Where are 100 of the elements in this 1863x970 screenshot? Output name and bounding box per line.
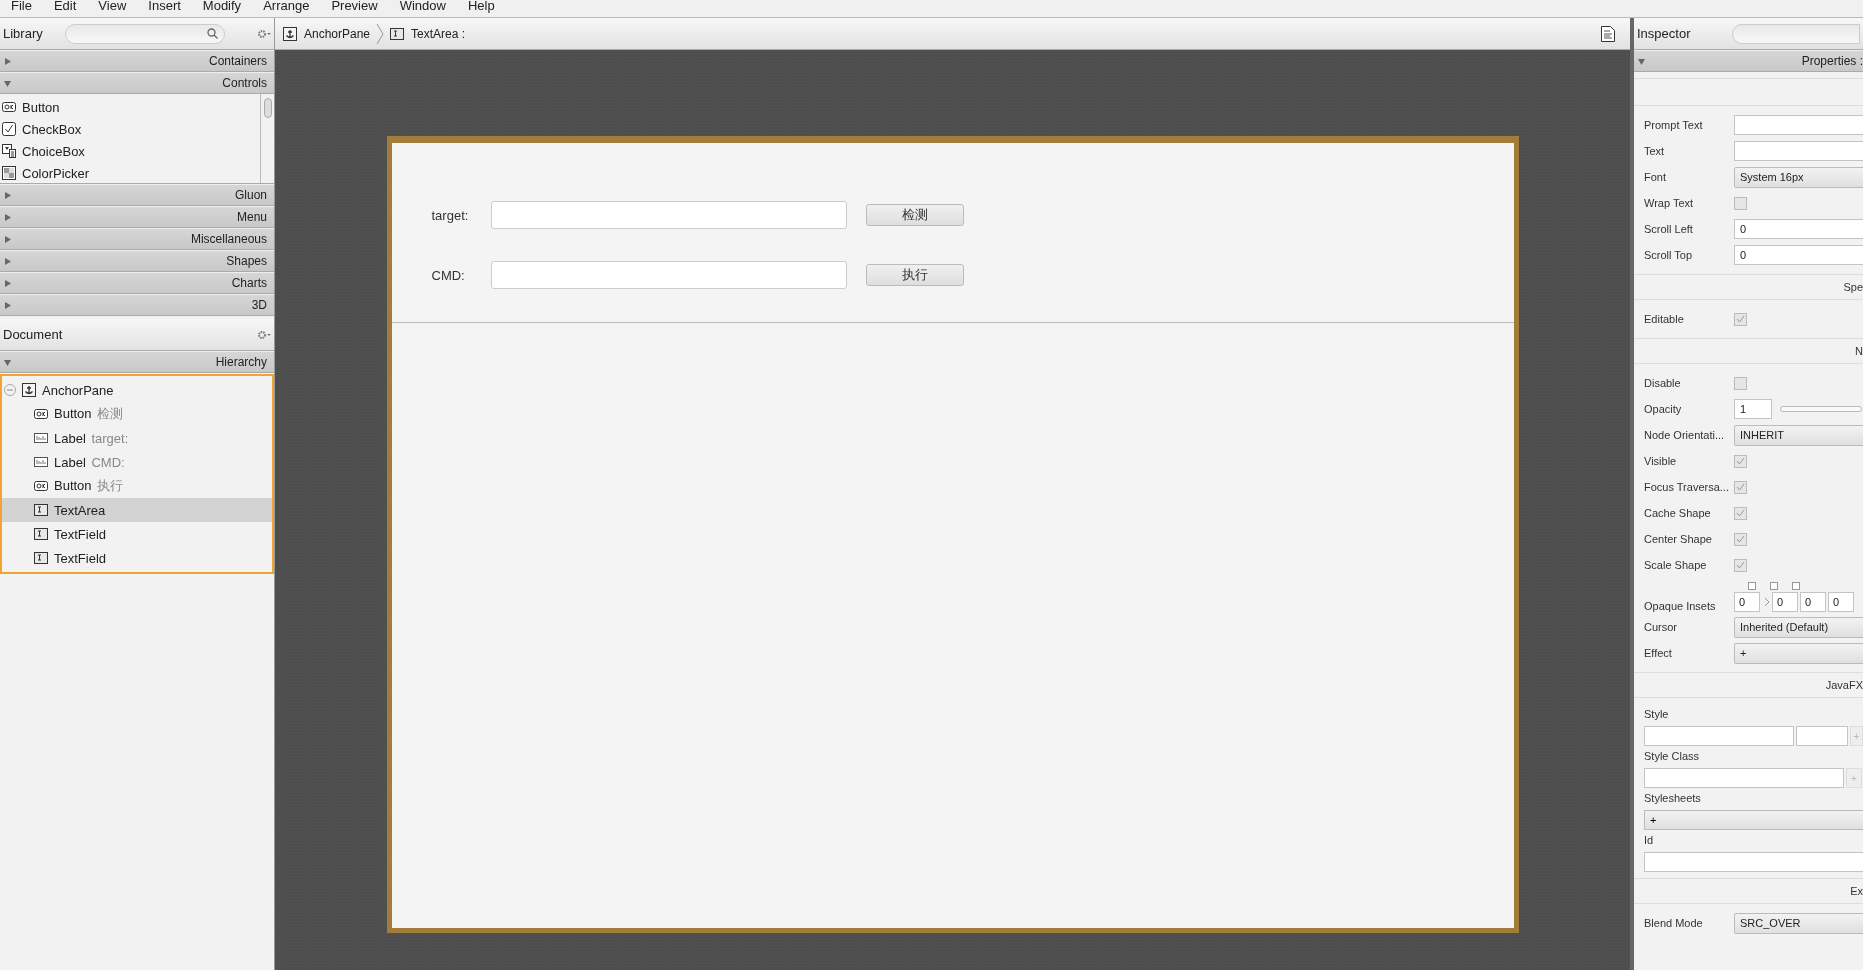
dropdown[interactable]: SRC_OVER — [1734, 912, 1863, 934]
section-header[interactable]: Spe — [1843, 281, 1863, 293]
action-button[interactable]: 检测 — [865, 204, 964, 226]
menu-item[interactable]: Preview — [320, 0, 389, 12]
accordion-header[interactable]: Shapes — [0, 250, 274, 272]
property-label: Opacity — [1644, 403, 1683, 415]
menu-item[interactable]: View — [87, 0, 138, 12]
dropdown[interactable]: System 16px — [1734, 166, 1863, 188]
tree-item[interactable]: Label CMD: — [54, 454, 125, 470]
add-button[interactable]: + — [1734, 642, 1863, 664]
library-item[interactable]: Button — [22, 99, 60, 115]
expand-arrow-icon[interactable] — [4, 57, 11, 65]
accordion-header[interactable]: Properties : — [1634, 50, 1863, 72]
breadcrumb-item[interactable]: AnchorPane — [304, 26, 371, 41]
checkbox[interactable] — [1734, 196, 1747, 210]
property-label: Disable — [1644, 377, 1682, 389]
expand-arrow-icon[interactable] — [4, 279, 11, 287]
tree-item[interactable]: TextField — [54, 550, 107, 566]
link-checkbox[interactable] — [1792, 582, 1800, 590]
accordion-header[interactable]: Containers — [0, 50, 274, 72]
text-field[interactable] — [490, 261, 847, 289]
expand-arrow-icon[interactable] — [4, 301, 11, 309]
menu-item[interactable]: Arrange — [252, 0, 321, 12]
text-field[interactable] — [490, 201, 847, 229]
menu-item[interactable]: Help — [456, 0, 506, 12]
anchor-icon — [22, 383, 36, 397]
breadcrumb-item[interactable]: TextArea : — [411, 26, 466, 41]
accordion-header[interactable]: Gluon — [0, 184, 274, 206]
property-label: Prompt Text — [1644, 119, 1704, 131]
number-field[interactable]: 1 — [1734, 399, 1772, 419]
tree-item[interactable]: TextField — [54, 526, 107, 542]
settings-icon[interactable] — [257, 329, 271, 340]
menu-item[interactable]: Modify — [191, 0, 253, 12]
text-field[interactable]: 0 — [1734, 219, 1863, 239]
anchor-pane[interactable]: target: 检测 CMD: 执行 — [386, 136, 1519, 933]
document-icon[interactable] — [1601, 25, 1615, 42]
collapse-arrow-icon[interactable] — [4, 79, 11, 87]
text-field[interactable] — [1734, 115, 1863, 135]
link-checkbox[interactable] — [1770, 582, 1778, 590]
number-field[interactable]: 0 — [1800, 592, 1826, 612]
expand-arrow-icon[interactable] — [4, 235, 11, 243]
checkbox[interactable] — [1734, 454, 1747, 468]
accordion-header[interactable]: Menu — [0, 206, 274, 228]
number-field[interactable]: 0 — [1828, 592, 1854, 612]
dropdown[interactable]: Inherited (Default) — [1734, 616, 1863, 638]
accordion-header[interactable]: Miscellaneous — [0, 228, 274, 250]
menu-item[interactable]: Window — [388, 0, 457, 12]
library-item[interactable]: ColorPicker — [22, 165, 90, 181]
checkbox[interactable] — [1734, 480, 1747, 494]
menu-item[interactable]: Edit — [42, 0, 88, 12]
text-field[interactable] — [1644, 726, 1794, 746]
library-item[interactable]: CheckBox — [22, 121, 82, 137]
tree-item[interactable]: AnchorPane — [42, 382, 114, 398]
number-field[interactable]: 0 — [1772, 592, 1798, 612]
property-label: Opaque Insets — [1644, 600, 1717, 612]
tree-item[interactable]: Button 检测 — [54, 405, 124, 423]
search-field[interactable] — [1732, 23, 1860, 44]
number-field[interactable]: 0 — [1734, 592, 1760, 612]
dropdown[interactable]: INHERIT — [1734, 424, 1863, 446]
text-field[interactable] — [1734, 141, 1863, 161]
expand-arrow-icon[interactable] — [4, 257, 11, 265]
menu-item[interactable]: File — [0, 0, 43, 12]
expand-arrow-icon[interactable] — [4, 191, 11, 199]
choicebox-icon — [2, 144, 16, 158]
search-field[interactable] — [64, 23, 225, 44]
property-label: Effect — [1644, 647, 1673, 659]
expand-arrow-icon[interactable] — [4, 213, 11, 221]
section-header[interactable]: Ex — [1850, 885, 1863, 897]
scrollbar-thumb[interactable] — [263, 98, 272, 118]
action-button[interactable]: 执行 — [865, 264, 964, 286]
text-input-icon — [390, 26, 405, 41]
text-field[interactable] — [1644, 768, 1844, 788]
accordion-header[interactable]: Controls — [0, 72, 274, 94]
accordion-header[interactable]: Charts — [0, 272, 274, 294]
checkbox[interactable] — [1734, 312, 1747, 326]
section-header[interactable]: N — [1855, 345, 1863, 357]
checkbox[interactable] — [1734, 376, 1747, 390]
checkbox[interactable] — [1734, 558, 1747, 572]
slider-track[interactable] — [1780, 406, 1862, 412]
accordion-header[interactable]: 3D — [0, 294, 274, 316]
checkbox[interactable] — [1734, 532, 1747, 546]
library-item[interactable]: ChoiceBox — [22, 143, 85, 159]
add-button[interactable]: + — [1644, 810, 1863, 830]
section-header[interactable]: JavaFX — [1825, 679, 1863, 691]
collapse-icon[interactable] — [4, 384, 16, 396]
collapse-arrow-icon[interactable] — [1638, 57, 1645, 65]
checkbox[interactable] — [1734, 506, 1747, 520]
tree-item[interactable]: Label target: — [54, 430, 129, 446]
tree-item[interactable]: Button 执行 — [54, 477, 124, 495]
collapse-arrow-icon[interactable] — [4, 358, 11, 366]
settings-icon[interactable] — [257, 28, 271, 39]
text-field[interactable] — [1796, 726, 1848, 746]
accordion-header[interactable]: Hierarchy — [0, 351, 274, 373]
tree-item[interactable]: TextArea — [54, 502, 106, 518]
text-field[interactable]: 0 — [1734, 245, 1863, 265]
text-field[interactable] — [1644, 852, 1863, 872]
menu-item[interactable]: Insert — [137, 0, 192, 12]
property-label: Scale Shape — [1644, 559, 1708, 571]
link-checkbox[interactable] — [1748, 582, 1756, 590]
property-label: Cache Shape — [1644, 507, 1712, 519]
